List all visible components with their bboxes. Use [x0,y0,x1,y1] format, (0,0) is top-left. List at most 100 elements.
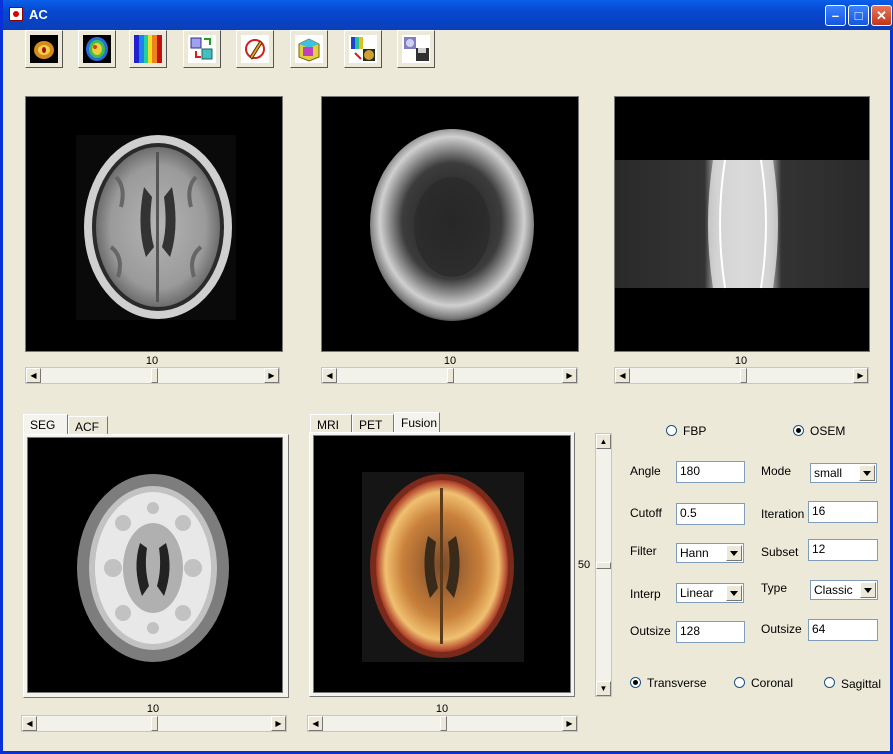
scroll-right-arrow-icon[interactable]: ▶ [853,368,868,383]
fusion-blend-slider[interactable]: ▲ ▼ [595,433,612,697]
scroll-left-arrow-icon[interactable]: ◀ [26,368,41,383]
sinogram-slider-value: 10 [734,355,748,367]
interp-label: Interp [630,587,661,601]
toolbar-button-brain-ct[interactable] [25,30,63,68]
toolbar-button-colormap[interactable] [129,30,167,68]
slider-thumb[interactable] [151,716,158,731]
pet-slice-slider[interactable]: ◀ ▶ [321,367,578,384]
sinogram-image [615,97,869,351]
cutoff-label: Cutoff [630,506,662,520]
toolbar-button-fusion[interactable] [344,30,382,68]
outsize-field[interactable]: 128 [676,621,745,643]
scroll-up-arrow-icon[interactable]: ▲ [596,434,611,449]
slider-thumb[interactable] [447,368,454,383]
volume-render-icon [295,35,323,63]
brain-ct-icon [30,35,58,63]
mri-brain-image [26,97,282,351]
iteration-label: Iteration [761,507,805,521]
fusion-slice-slider[interactable]: ◀ ▶ [307,715,578,732]
mode-select-value: small [814,466,843,480]
pet-image-panel[interactable] [321,96,579,352]
maximize-button[interactable]: □ [848,5,869,26]
toolbar-button-cube-transform[interactable] [183,30,221,68]
main-window: AC – □ ✕ 10 ◀ ▶ 10 ◀ ▶ 10 ◀ ▶ SEG ACF 10… [0,0,893,754]
mode-select[interactable]: small [810,463,877,483]
transverse-label: Transverse [647,676,707,690]
slider-thumb[interactable] [440,716,447,731]
tab-acf[interactable]: ACF [68,416,108,436]
cutoff-field[interactable]: 0.5 [676,503,745,525]
chevron-down-icon[interactable] [726,545,742,561]
outsize2-field[interactable]: 64 [808,619,878,641]
subset-field[interactable]: 12 [808,539,878,561]
mri-image-panel[interactable] [25,96,283,352]
coronal-radio[interactable] [734,677,745,688]
subset-label: Subset [761,545,799,559]
mode-label: Mode [761,464,792,478]
fusion-blend-value: 50 [577,559,591,571]
type-select-value: Classic [814,583,853,597]
osem-radio[interactable] [793,425,804,436]
sinogram-slice-slider[interactable]: ◀ ▶ [614,367,869,384]
pet-brain-image [322,97,578,351]
tab-pet[interactable]: PET [352,414,394,434]
sinogram-image-panel[interactable] [614,96,870,352]
edit-icon [241,35,269,63]
seg-slider-value: 10 [146,703,160,715]
chevron-down-icon[interactable] [726,585,742,601]
mri-slice-slider[interactable]: ◀ ▶ [25,367,280,384]
app-icon[interactable] [9,7,23,21]
slider-thumb[interactable] [151,368,158,383]
type-select[interactable]: Classic [810,580,878,600]
scroll-left-arrow-icon[interactable]: ◀ [615,368,630,383]
toolbar-button-save[interactable] [397,30,435,68]
outsize-label: Outsize [630,624,671,638]
sagittal-radio[interactable] [824,677,835,688]
sagittal-label: Sagittal [841,677,882,691]
scroll-left-arrow-icon[interactable]: ◀ [308,716,323,731]
title-bar[interactable]: AC – □ ✕ [3,0,893,30]
scroll-right-arrow-icon[interactable]: ▶ [562,716,577,731]
tab-seg[interactable]: SEG [23,414,68,436]
slider-thumb[interactable] [740,368,747,383]
scroll-right-arrow-icon[interactable]: ▶ [562,368,577,383]
fusion-slider-value: 10 [435,703,449,715]
brain-pet-icon [83,35,111,63]
window-title: AC [29,7,48,22]
angle-field[interactable]: 180 [676,461,745,483]
seg-slice-slider[interactable]: ◀ ▶ [21,715,287,732]
segmented-brain-image [28,438,282,692]
close-button[interactable]: ✕ [871,5,892,26]
outsize2-label: Outsize [761,622,802,636]
fbp-radio[interactable] [666,425,677,436]
fusion-image-panel[interactable] [313,435,571,693]
scroll-right-arrow-icon[interactable]: ▶ [264,368,279,383]
fusion-brain-image [314,436,570,692]
filter-label: Filter [630,544,657,558]
angle-label: Angle [630,464,661,478]
iteration-field[interactable]: 16 [808,501,878,523]
osem-label: OSEM [810,424,846,438]
scroll-down-arrow-icon[interactable]: ▼ [596,681,611,696]
scroll-left-arrow-icon[interactable]: ◀ [22,716,37,731]
toolbar-button-brain-pet[interactable] [78,30,116,68]
slider-thumb[interactable] [596,562,611,569]
interp-select-value: Linear [680,586,714,600]
scroll-left-arrow-icon[interactable]: ◀ [322,368,337,383]
interp-select[interactable]: Linear [676,583,744,603]
minimize-button[interactable]: – [825,5,846,26]
scroll-right-arrow-icon[interactable]: ▶ [271,716,286,731]
fbp-label: FBP [683,424,707,438]
seg-image-panel[interactable] [27,437,283,693]
toolbar-button-edit[interactable] [236,30,274,68]
chevron-down-icon[interactable] [859,465,875,481]
tab-fusion[interactable]: Fusion [394,412,440,434]
filter-select[interactable]: Hann [676,543,744,563]
colormap-icon [134,35,162,63]
tab-mri[interactable]: MRI [310,414,352,434]
transverse-radio[interactable] [630,677,641,688]
fusion-icon [349,35,377,63]
chevron-down-icon[interactable] [860,582,876,598]
toolbar-button-volume-render[interactable] [290,30,328,68]
pet-slider-value: 10 [443,355,457,367]
